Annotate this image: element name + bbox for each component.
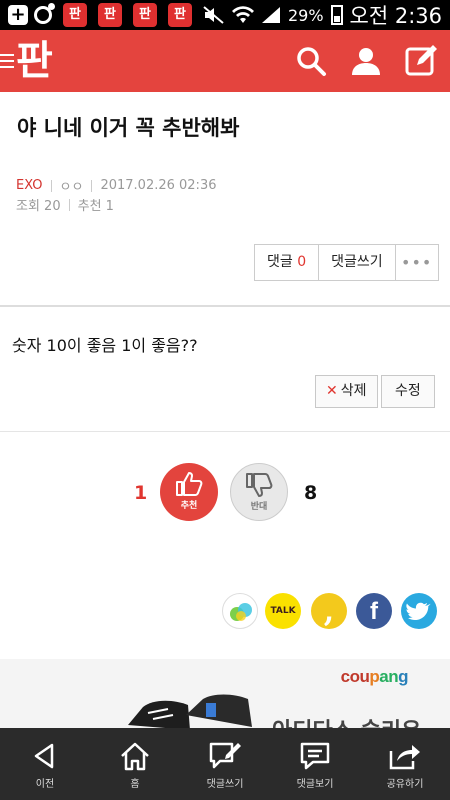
- nav-back[interactable]: 이전: [0, 728, 90, 800]
- pann-app-notification-icon: 판: [98, 3, 122, 27]
- nav-write-comment[interactable]: 댓글쓰기: [180, 728, 270, 800]
- nav-home-label: 홈: [130, 779, 140, 790]
- nav-write-comment-label: 댓글쓰기: [206, 779, 244, 790]
- nav-view-comments[interactable]: 댓글보기: [270, 728, 360, 800]
- menu-icon[interactable]: [0, 54, 14, 72]
- oppose-label: 반대: [250, 502, 268, 512]
- coupang-logo: coupang: [340, 667, 409, 686]
- sandal-product-image: [128, 694, 252, 729]
- kakaotalk-label: TALK: [270, 606, 296, 616]
- app-header: 판: [0, 30, 450, 92]
- search-icon[interactable]: [294, 44, 328, 78]
- write-icon[interactable]: [404, 44, 438, 78]
- view-count: 조회 20: [16, 199, 61, 214]
- kakaostory-share-icon[interactable]: ,: [311, 593, 347, 629]
- post-meta: EXO ㅇㅇ 2017.02.26 02:36: [16, 176, 216, 195]
- nav-share[interactable]: 공유하기: [360, 728, 450, 800]
- comment-label: 댓글: [267, 254, 293, 270]
- post-category[interactable]: EXO: [16, 178, 43, 193]
- comment-count: 0: [297, 254, 307, 270]
- signal-icon: [261, 7, 280, 23]
- oppose-button[interactable]: 반대: [230, 463, 288, 521]
- recommend-label: 추천: [180, 501, 198, 511]
- write-comment-button[interactable]: 댓글쓰기: [319, 245, 396, 280]
- recommend-vote-count: 1: [134, 482, 148, 504]
- post-stats: 조회 20 추천 1: [16, 195, 114, 214]
- edit-button[interactable]: 수정: [381, 375, 435, 408]
- nav-home[interactable]: 홈: [90, 728, 180, 800]
- share-icon: [389, 745, 420, 770]
- back-arrow-icon: [34, 743, 54, 769]
- divider: [0, 431, 450, 432]
- pann-app-notification-icon: 판: [168, 3, 192, 27]
- post-body: 숫자 10이 좋음 1이 좋음??: [12, 336, 198, 355]
- nav-share-label: 공유하기: [386, 779, 424, 790]
- oppose-vote-count: 8: [304, 482, 318, 504]
- edit-button-wrap: 수정: [381, 375, 435, 408]
- ad-headline: 아디다스 슬리우: [272, 713, 421, 729]
- comment-buttons: 댓글 0 댓글쓰기 •••: [254, 244, 439, 281]
- sync-notification-icon: [34, 3, 55, 24]
- write-comment-icon: [209, 742, 241, 769]
- post-title: 야 니네 이거 꼭 추반해봐: [17, 116, 240, 140]
- add-notification-icon: +: [8, 5, 28, 25]
- battery-icon: [330, 5, 343, 25]
- comment-count-button[interactable]: 댓글 0: [255, 245, 320, 280]
- recommend-count: 추천 1: [77, 199, 114, 214]
- user-icon[interactable]: [349, 44, 383, 78]
- bottom-navigation: 이전 홈 댓글쓰기 댓글보기 공유하기: [0, 728, 450, 800]
- divider: [0, 305, 450, 307]
- delete-label: 삭제: [340, 383, 367, 399]
- post-author: ㅇㅇ: [59, 180, 84, 195]
- mute-icon: [203, 6, 224, 24]
- pann-app-notification-icon: 판: [63, 3, 87, 27]
- band-share-icon[interactable]: [222, 593, 258, 629]
- home-icon: [121, 742, 149, 771]
- post-datetime: 2017.02.26 02:36: [100, 178, 217, 193]
- twitter-share-icon[interactable]: [401, 593, 437, 629]
- more-options-button[interactable]: •••: [396, 245, 438, 280]
- nav-back-label: 이전: [35, 779, 55, 790]
- pann-logo[interactable]: 판: [16, 36, 53, 86]
- close-icon: ✕: [326, 383, 338, 399]
- delete-button[interactable]: ✕ 삭제: [315, 375, 378, 408]
- thumbs-up-icon: [176, 472, 203, 496]
- recommend-button[interactable]: 추천: [160, 463, 218, 521]
- wifi-icon: [231, 6, 254, 23]
- thumbs-down-icon: [246, 473, 273, 497]
- pann-app-notification-icon: 판: [133, 3, 157, 27]
- delete-button-wrap: ✕ 삭제: [315, 375, 378, 408]
- facebook-share-icon[interactable]: f: [356, 593, 392, 629]
- clock: 오전 2:36: [349, 4, 442, 28]
- view-comments-icon: [300, 742, 330, 770]
- battery-percent: 29%: [287, 5, 324, 25]
- status-bar: + 판 판 판 판 29% 오전 2:36: [0, 0, 450, 30]
- advertisement-banner[interactable]: coupang 아디다스 슬리우: [0, 659, 450, 729]
- kakaotalk-share-icon[interactable]: TALK: [265, 593, 301, 629]
- nav-view-comments-label: 댓글보기: [296, 779, 334, 790]
